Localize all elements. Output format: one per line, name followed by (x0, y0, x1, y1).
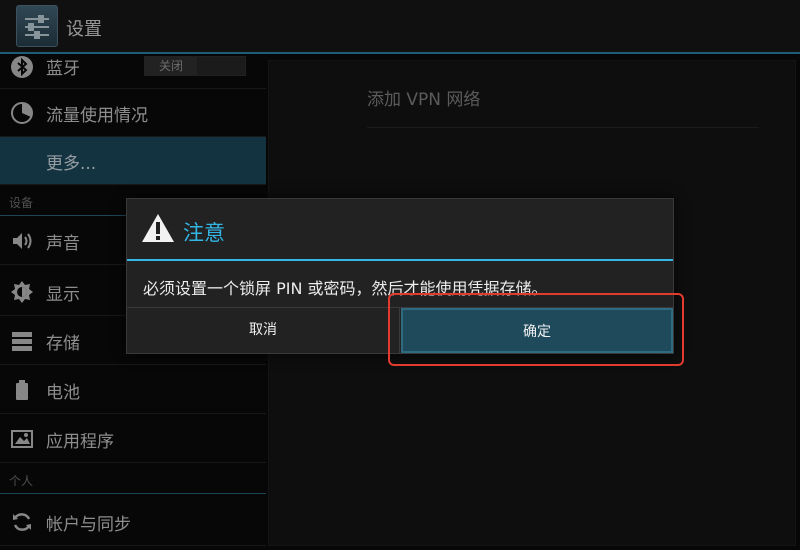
warning-icon (142, 214, 174, 242)
highlight-box (388, 293, 684, 366)
dialog-header: 注意 (127, 199, 673, 261)
cancel-button[interactable]: 取消 (127, 308, 400, 353)
dialog-title: 注意 (183, 221, 225, 245)
